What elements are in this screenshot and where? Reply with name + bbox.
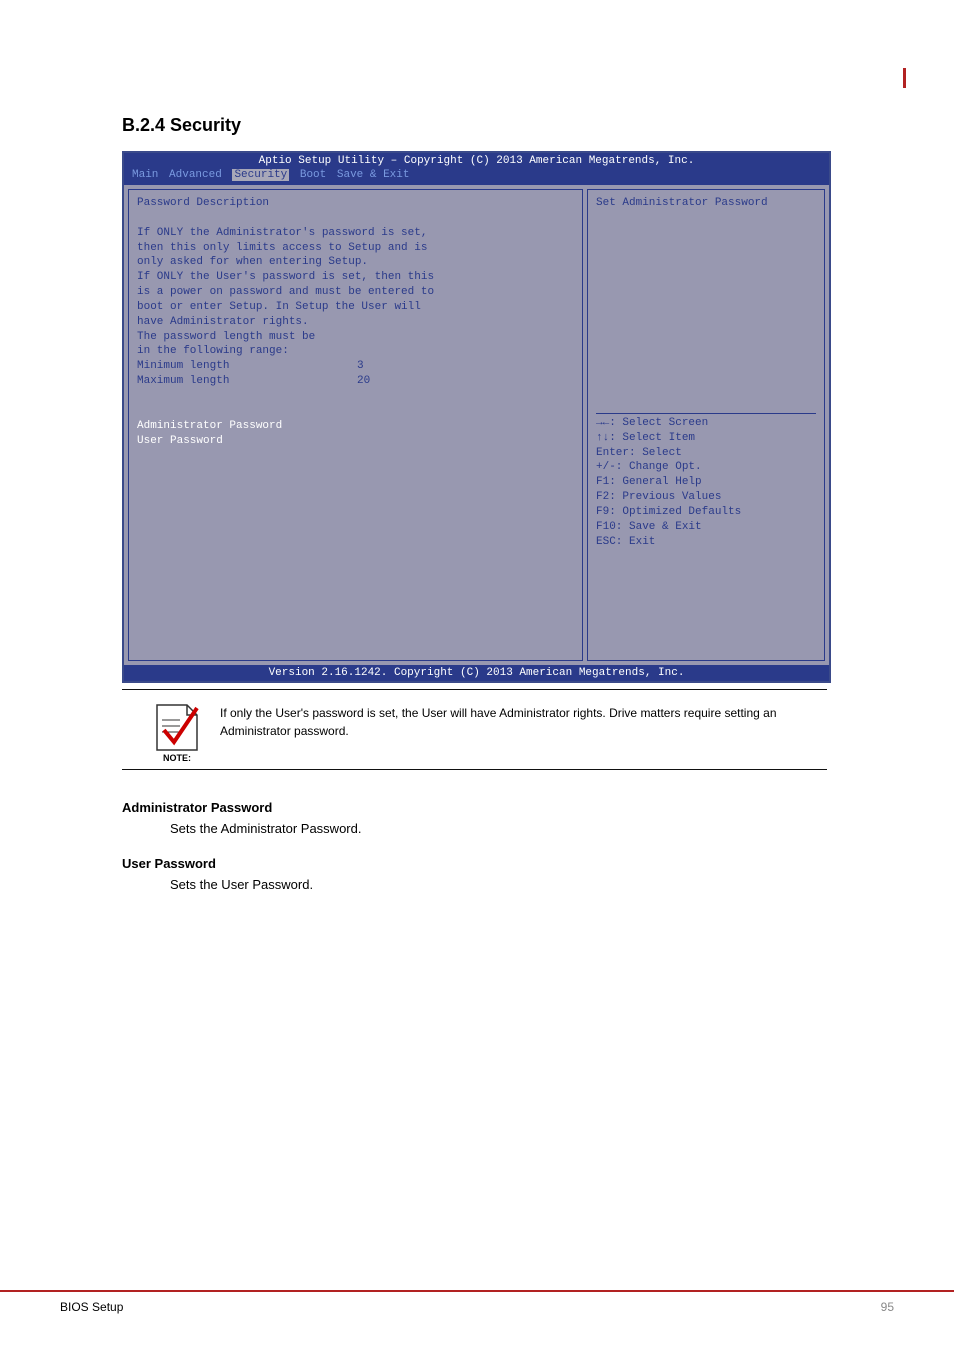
key-hint: ↑↓: Select Item <box>596 431 816 446</box>
divider-line <box>122 769 827 770</box>
user-password-item[interactable]: User Password <box>137 434 574 449</box>
tab-security[interactable]: Security <box>232 169 289 181</box>
bios-right-pane: Set Administrator Password →←: Select Sc… <box>587 189 825 661</box>
note-block: NOTE: If only the User's password is set… <box>122 700 827 763</box>
tab-save-exit[interactable]: Save & Exit <box>337 169 410 181</box>
tab-advanced[interactable]: Advanced <box>169 169 222 181</box>
item-desc-user: Sets the User Password. <box>170 877 894 892</box>
desc-line: The password length must be <box>137 330 574 345</box>
bios-left-pane: Password Description If ONLY the Adminis… <box>128 189 583 661</box>
bios-title-bar: Aptio Setup Utility – Copyright (C) 2013… <box>124 153 829 169</box>
administrator-password-item[interactable]: Administrator Password <box>137 419 574 434</box>
tab-main[interactable]: Main <box>132 169 158 181</box>
item-desc-admin: Sets the Administrator Password. <box>170 821 894 836</box>
section-heading: B.2.4 Security <box>122 115 894 136</box>
footer-page-number: 95 <box>881 1300 894 1314</box>
desc-line: only asked for when entering Setup. <box>137 255 574 270</box>
min-length-label: Minimum length <box>137 359 357 374</box>
bios-version-footer: Version 2.16.1242. Copyright (C) 2013 Am… <box>124 665 829 681</box>
help-text: Set Administrator Password <box>596 196 816 211</box>
password-description-title: Password Description <box>137 196 574 211</box>
max-length-value: 20 <box>357 374 370 389</box>
desc-line: If ONLY the User's password is set, then… <box>137 270 574 285</box>
desc-line: have Administrator rights. <box>137 315 574 330</box>
desc-line: If ONLY the Administrator's password is … <box>137 226 574 241</box>
bios-screenshot: Aptio Setup Utility – Copyright (C) 2013… <box>122 151 831 683</box>
key-hint: F10: Save & Exit <box>596 520 816 535</box>
note-text: If only the User's password is set, the … <box>220 704 827 763</box>
item-heading-user: User Password <box>122 856 894 871</box>
desc-line: in the following range: <box>137 344 574 359</box>
checkmark-note-icon <box>152 700 202 755</box>
item-heading-admin: Administrator Password <box>122 800 894 815</box>
key-hint: Enter: Select <box>596 446 816 461</box>
tab-boot[interactable]: Boot <box>300 169 326 181</box>
bios-tab-row: Main Advanced Security Boot Save & Exit <box>124 169 829 185</box>
max-length-label: Maximum length <box>137 374 357 389</box>
key-hint: ESC: Exit <box>596 535 816 550</box>
desc-line: is a power on password and must be enter… <box>137 285 574 300</box>
header-accent-bar <box>903 68 906 88</box>
min-length-value: 3 <box>357 359 364 374</box>
help-divider <box>596 413 816 414</box>
footer-left-text: BIOS Setup <box>60 1300 123 1314</box>
key-hint: →←: Select Screen <box>596 416 816 431</box>
desc-line: then this only limits access to Setup an… <box>137 241 574 256</box>
key-hint: F9: Optimized Defaults <box>596 505 816 520</box>
page-footer: BIOS Setup 95 <box>0 1290 954 1314</box>
key-hint: F1: General Help <box>596 475 816 490</box>
desc-line: boot or enter Setup. In Setup the User w… <box>137 300 574 315</box>
divider-line <box>122 689 827 690</box>
key-hint: F2: Previous Values <box>596 490 816 505</box>
key-hint: +/-: Change Opt. <box>596 460 816 475</box>
